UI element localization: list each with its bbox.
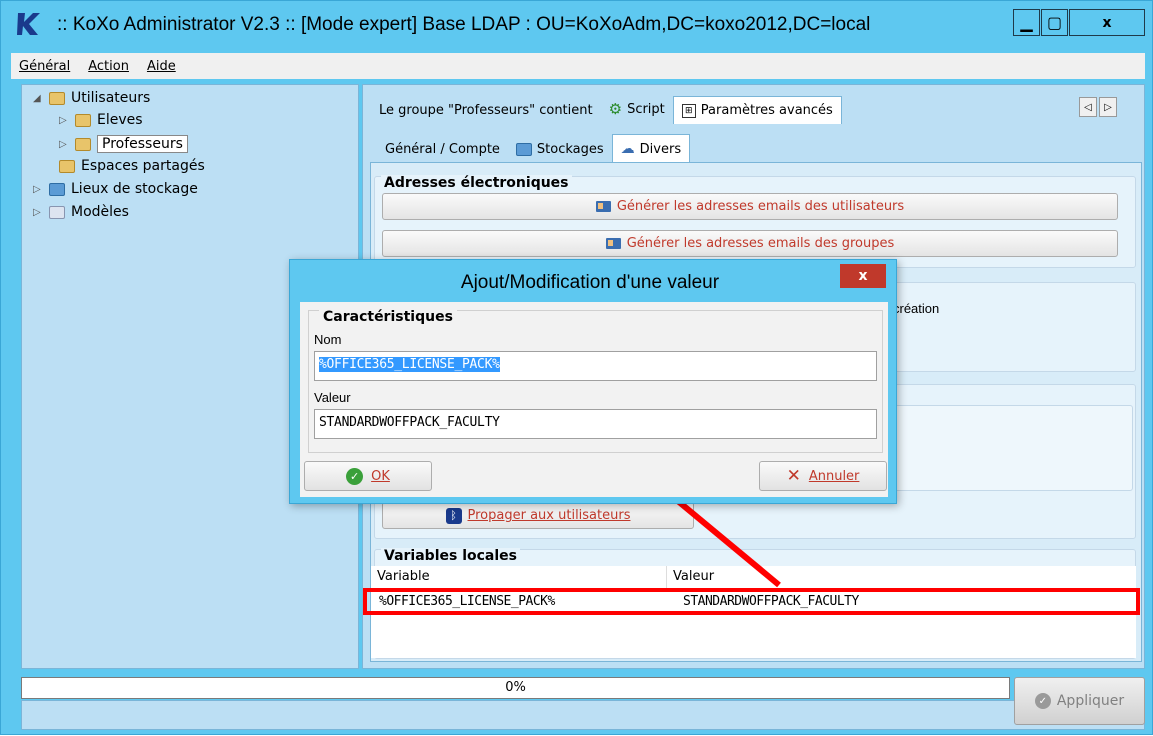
maximize-button[interactable]: ▢ [1041,9,1068,36]
apply-button[interactable]: ✓ Appliquer [1014,677,1145,725]
tab-stockages[interactable]: Stockages [508,136,612,163]
tab-prev-button[interactable]: ◁ [1079,97,1097,117]
emails-group-title: Adresses électroniques [381,175,572,191]
storage-icon [49,182,65,196]
dialog-body: Caractéristiques Nom %OFFICE365_LICENSE_… [300,302,888,497]
tab-next-button[interactable]: ▷ [1099,97,1117,117]
value-label: Valeur [314,390,351,405]
sub-tabs: Général / Compte Stockages ☁ Divers [377,134,691,163]
name-label: Nom [314,332,342,347]
id-card-icon [605,238,621,249]
chevron-right-icon: ▷ [1104,101,1112,113]
local-vars-title: Variables locales [381,548,520,564]
local-vars-header: Variable Valeur [371,566,1136,590]
folder-icon [75,113,91,127]
status-area [21,700,1145,730]
window-title: :: KoXo Administrator V2.3 :: [Mode expe… [57,14,871,35]
minimize-button[interactable]: ▁ [1013,9,1040,36]
tree-item-professeurs[interactable]: ▷ Professeurs [59,135,188,153]
tree-item-utilisateurs[interactable]: ◢ Utilisateurs [33,90,150,106]
network-icon: ☁ [620,141,635,157]
generate-group-emails-button[interactable]: Générer les adresses emails des groupes [382,230,1118,257]
tree-item-espaces-partages[interactable]: Espaces partagés [43,158,205,174]
gears-icon: ⚙ [608,100,623,118]
progress-text: 0% [505,680,526,695]
expand-arrow-icon[interactable]: ▷ [33,207,43,218]
edit-value-dialog: Ajout/Modification d'une valeur x Caract… [289,259,897,504]
title-bar: :: KoXo Administrator V2.3 :: [Mode expe… [1,1,1152,53]
generate-user-emails-button[interactable]: Générer les adresses emails des utilisat… [382,193,1118,220]
chevron-left-icon: ◁ [1084,101,1092,113]
dialog-close-button[interactable]: x [840,264,886,288]
cancel-button[interactable]: ✕ Annuler [759,461,887,491]
settings-tree-icon: ⊞ [681,103,696,118]
menu-action[interactable]: Action [88,59,129,74]
app-window: :: KoXo Administrator V2.3 :: [Mode expe… [0,0,1153,735]
collapse-arrow-icon[interactable]: ◢ [33,93,43,104]
template-icon [49,205,65,219]
close-icon: x [858,268,868,284]
folder-icon [75,137,91,151]
expand-arrow-icon[interactable]: ▷ [59,139,69,150]
col-variable-header[interactable]: Variable [371,566,667,589]
storage-icon [515,143,532,156]
tab-parametres-avances[interactable]: ⊞ Paramètres avancés [672,96,842,124]
tab-script[interactable]: ⚙ Script [601,94,673,124]
close-button[interactable]: x [1069,9,1145,36]
bluetooth-icon: ᛒ [445,507,462,524]
id-card-icon [595,201,611,212]
tree-item-eleves[interactable]: ▷ Eleves [59,112,143,128]
col-value-header[interactable]: Valeur [667,566,1136,589]
expand-arrow-icon[interactable]: ▷ [33,184,43,195]
menu-bar: Général Action Aide [11,53,1145,79]
tab-divers[interactable]: ☁ Divers [611,134,691,163]
menu-aide[interactable]: Aide [147,59,176,74]
shared-folder-icon [59,159,75,173]
tab-nav: ◁ ▷ [1079,97,1117,117]
characteristics-title: Caractéristiques [319,309,457,325]
tab-group-contents[interactable]: Le groupe "Professeurs" contient [371,97,601,124]
top-tabs: Le groupe "Professeurs" contient ⚙ Scrip… [371,94,842,124]
tree-item-lieux-stockage[interactable]: ▷ Lieux de stockage [33,181,198,197]
ok-button[interactable]: ✓ OK [304,461,432,491]
cross-icon: ✕ [786,466,801,486]
creation-label: création [893,301,940,316]
expand-arrow-icon[interactable]: ▷ [59,115,69,126]
highlight-box [363,588,1140,615]
check-icon: ✓ [346,467,364,485]
tree-item-modeles[interactable]: ▷ Modèles [33,204,129,220]
progress-bar: 0% [21,677,1010,699]
tab-general-compte[interactable]: Général / Compte [377,136,508,163]
dialog-title: Ajout/Modification d'une valeur [460,272,720,293]
koxo-logo-icon [17,13,40,35]
value-field[interactable]: STANDARDWOFFPACK_FACULTY [314,409,877,439]
apply-check-icon: ✓ [1034,693,1051,709]
propagate-users-button[interactable]: ᛒ Propager aux utilisateurs [382,502,694,529]
menu-general[interactable]: Général [19,59,70,74]
folder-icon [49,91,65,105]
name-field[interactable]: %OFFICE365_LICENSE_PACK% [314,351,877,381]
